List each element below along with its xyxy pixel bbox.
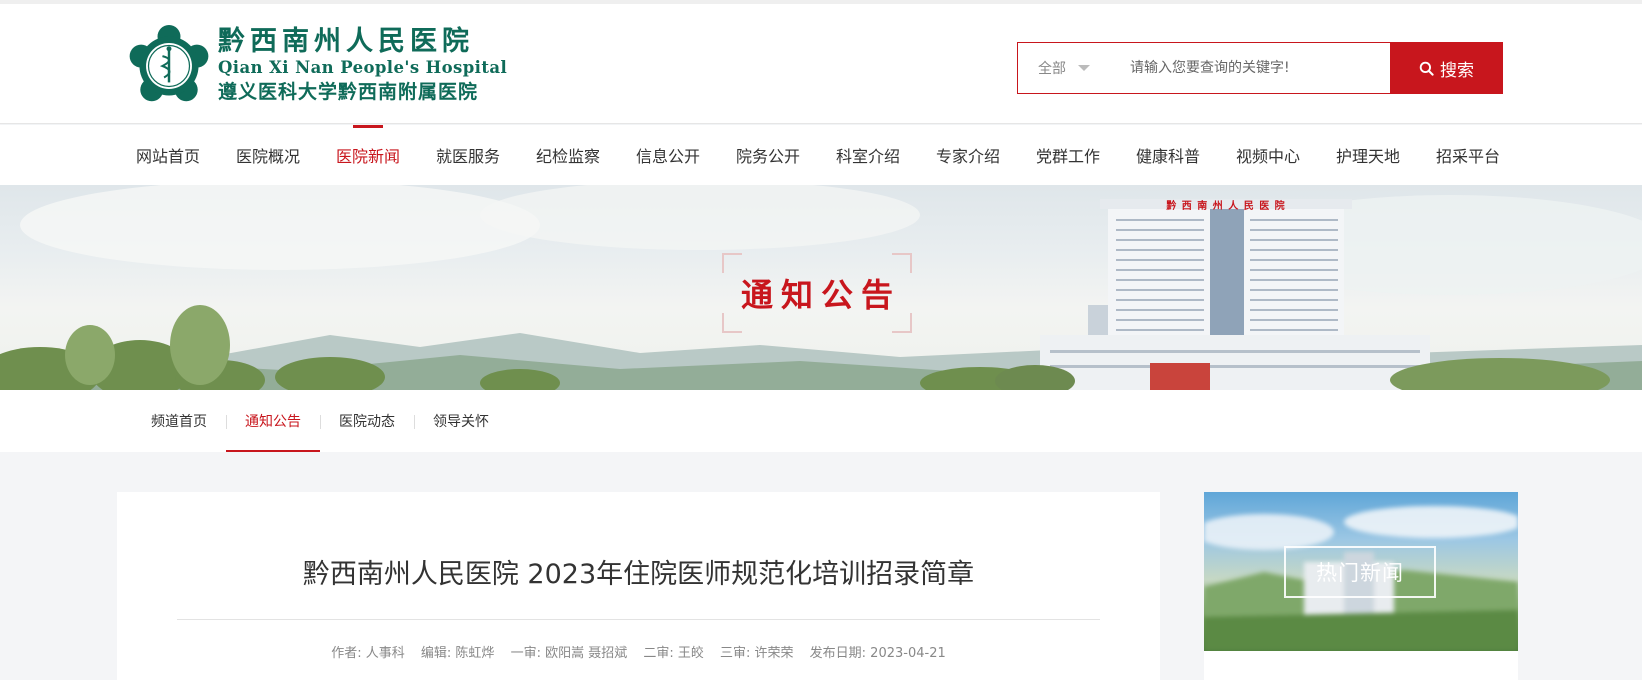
search-button-label: 搜索 <box>1440 60 1474 81</box>
nav-item-home[interactable]: 网站首页 <box>118 125 218 185</box>
article-meta: 作者: 人事科 编辑: 陈虹烨 一审: 欧阳嵩 聂招斌 二审: 王皎 三审: 许… <box>117 642 1160 661</box>
search-icon <box>1419 61 1434 76</box>
sub-nav: 频道首页 通知公告 医院动态 领导关怀 <box>0 390 1642 452</box>
article-title: 黔西南州人民医院 2023年住院医师规范化培训招录简章 <box>302 559 975 590</box>
hospital-emblem-icon <box>129 25 209 102</box>
nav-item-discipline[interactable]: 纪检监察 <box>518 125 618 185</box>
nav-item-party-work[interactable]: 党群工作 <box>1018 125 1118 185</box>
search-button[interactable]: 搜索 <box>1390 42 1503 94</box>
logo-name-cn: 黔西南州人民医院 <box>218 26 474 57</box>
article-review-3: 三审: 许荣荣 <box>720 646 794 661</box>
subnav-item-leadership-care[interactable]: 领导关怀 <box>414 390 508 452</box>
logo-affiliation: 遵义医科大学黔西南附属医院 <box>218 81 479 103</box>
nav-item-news[interactable]: 医院新闻 <box>318 125 418 185</box>
nav-item-info-disclosure[interactable]: 信息公开 <box>618 125 718 185</box>
hospital-logo[interactable]: 黔西南州人民医院 Qian Xi Nan People's Hospital 遵… <box>128 25 508 106</box>
article-review-1: 一审: 欧阳嵩 聂招斌 <box>510 646 628 661</box>
banner-title-frame: 通知公告 <box>722 253 912 333</box>
logo-name-en: Qian Xi Nan People's Hospital <box>218 58 508 77</box>
nav-item-medical-service[interactable]: 就医服务 <box>418 125 518 185</box>
nav-item-affairs[interactable]: 院务公开 <box>718 125 818 185</box>
article-divider <box>177 619 1100 620</box>
subnav-item-hospital-news[interactable]: 医院动态 <box>320 390 414 452</box>
hot-news-label: 热门新闻 <box>1284 546 1436 598</box>
main-nav: 网站首页 医院概况 医院新闻 就医服务 纪检监察 信息公开 院务公开 科室介绍 … <box>0 125 1642 185</box>
article-review-2: 二审: 王皎 <box>643 646 704 661</box>
site-header: 黔西南州人民医院 Qian Xi Nan People's Hospital 遵… <box>0 4 1642 124</box>
nav-item-procurement[interactable]: 招采平台 <box>1418 125 1518 185</box>
article-editor: 编辑: 陈虹烨 <box>420 646 495 661</box>
banner-title: 通知公告 <box>740 276 901 314</box>
search-scope-dropdown[interactable]: 全部 <box>1018 43 1118 93</box>
search-scope-label: 全部 <box>1038 61 1066 77</box>
subnav-item-channel-home[interactable]: 频道首页 <box>132 390 226 452</box>
subnav-item-notices[interactable]: 通知公告 <box>226 390 320 452</box>
chevron-down-icon <box>1078 65 1090 71</box>
nav-item-video[interactable]: 视频中心 <box>1218 125 1318 185</box>
nav-item-departments[interactable]: 科室介绍 <box>818 125 918 185</box>
page-banner: 黔 西 南 州 人 民 医 院 通知公告 <box>0 185 1642 390</box>
search-bar: 全部 搜索 <box>1017 42 1503 94</box>
hot-news-banner[interactable]: 热门新闻 <box>1204 492 1518 651</box>
nav-item-health-science[interactable]: 健康科普 <box>1118 125 1218 185</box>
sidebar: 热门新闻 <box>1204 492 1518 680</box>
nav-item-overview[interactable]: 医院概况 <box>218 125 318 185</box>
article-date: 发布日期: 2023-04-21 <box>809 646 946 661</box>
nav-item-experts[interactable]: 专家介绍 <box>918 125 1018 185</box>
search-input[interactable] <box>1118 43 1390 93</box>
article-author: 作者: 人事科 <box>331 646 405 661</box>
nav-item-nursing[interactable]: 护理天地 <box>1318 125 1418 185</box>
article-panel: 黔西南州人民医院 2023年住院医师规范化培训招录简章 作者: 人事科 编辑: … <box>117 492 1160 680</box>
building-sign: 黔 西 南 州 人 民 医 院 <box>1166 201 1286 212</box>
